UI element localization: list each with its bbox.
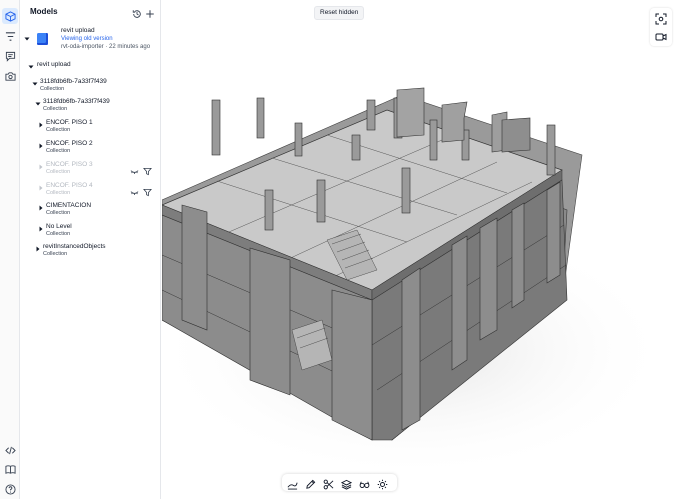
tree-item-sub: Collection [46, 231, 71, 237]
sun-icon[interactable] [377, 477, 388, 490]
tree-item[interactable]: ENCOF. PISO 3 Collection [21, 161, 161, 181]
chevron-down-icon[interactable] [24, 36, 30, 42]
tree-item-sub: Collection [46, 210, 71, 216]
tree-item[interactable]: 3118fdb6fb-7a33f7f439 Collection [21, 98, 161, 118]
code-icon[interactable] [2, 442, 18, 458]
tree-item-label: No Level [46, 223, 72, 230]
tree-item[interactable]: ENCOF. PISO 1 Collection [21, 119, 161, 139]
camera-view-icon[interactable] [655, 30, 667, 42]
tree-item-sub: Collection [46, 169, 71, 175]
tree-item[interactable]: ENCOF. PISO 2 Collection [21, 140, 161, 160]
filter-icon[interactable] [2, 28, 18, 44]
chevron-right-icon[interactable] [35, 246, 41, 252]
layers-icon[interactable] [340, 477, 353, 490]
tree-item[interactable]: 3118fdb6fb-7a33f7f439 Collection [21, 78, 161, 98]
chevron-down-icon[interactable] [35, 101, 41, 107]
chevron-down-icon[interactable] [32, 81, 38, 87]
tree-item-label: CIMENTACION [46, 202, 92, 209]
tree-item-sub: Collection [43, 251, 68, 257]
chevron-right-icon[interactable] [38, 122, 44, 128]
viewer-side-tools [650, 8, 672, 46]
section-icon[interactable] [323, 477, 334, 490]
reset-hidden-button[interactable]: Reset hidden [314, 6, 365, 20]
building-model[interactable] [162, 0, 676, 499]
eye-closed-icon[interactable] [130, 184, 139, 196]
tree-item[interactable]: revitInstancedObjects Collection [21, 243, 161, 263]
history-icon[interactable] [132, 6, 142, 18]
tree-item-sub: Collection [43, 106, 68, 112]
panel-title: Models [30, 7, 58, 16]
tree-item-label: revit upload [37, 61, 71, 68]
tree-item-sub: Collection [46, 127, 71, 133]
add-model-icon[interactable] [145, 6, 155, 18]
tree-item-label: ENCOF. PISO 4 [46, 182, 93, 189]
filter-icon[interactable] [143, 184, 152, 197]
tree-item[interactable]: No Level Collection [21, 223, 161, 243]
fit-view-icon[interactable] [655, 12, 667, 25]
viewing-old-version-link[interactable]: Viewing old version [61, 36, 113, 42]
chevron-right-icon[interactable] [38, 164, 44, 170]
tree-item-label: 3118fdb6fb-7a33f7f439 [43, 98, 110, 105]
tree-item-label: ENCOF. PISO 2 [46, 140, 93, 147]
comment-icon[interactable] [2, 48, 18, 64]
tree-item-label: ENCOF. PISO 1 [46, 119, 93, 126]
tree-item[interactable]: CIMENTACION Collection [21, 202, 161, 222]
chevron-right-icon[interactable] [38, 143, 44, 149]
model-thumbnail [37, 33, 48, 45]
cube-icon[interactable] [2, 8, 18, 24]
eye-closed-icon[interactable] [130, 163, 139, 175]
filter-icon[interactable] [143, 163, 152, 176]
tree-item-label: revitInstancedObjects [43, 243, 106, 250]
chevron-right-icon[interactable] [38, 185, 44, 191]
help-icon[interactable] [2, 481, 18, 497]
glasses-icon[interactable] [359, 477, 370, 488]
tree-item-label: 3118fdb6fb-7a33f7f439 [40, 78, 107, 85]
chevron-down-icon[interactable] [28, 64, 34, 70]
chevron-right-icon[interactable] [38, 205, 44, 211]
models-panel: Models revit upload Viewing old version … [21, 0, 161, 499]
left-rail [0, 0, 20, 499]
model-meta: rvt-oda-importer · 22 minutes ago [61, 44, 151, 50]
panel-header: Models [21, 0, 161, 24]
chevron-right-icon[interactable] [38, 226, 44, 232]
model-name: revit upload [61, 27, 95, 34]
pencil-icon[interactable] [305, 477, 316, 489]
viewer-toolbar [282, 474, 397, 491]
book-icon[interactable] [2, 461, 18, 477]
3d-viewer[interactable]: Reset hidden [162, 0, 676, 499]
model-card[interactable]: revit upload Viewing old version rvt-oda… [21, 24, 161, 54]
camera-icon[interactable] [2, 68, 18, 84]
tree-item-sub: Collection [40, 86, 65, 92]
tree-item-sub: Collection [46, 190, 71, 196]
tree-item[interactable]: ENCOF. PISO 4 Collection [21, 182, 161, 202]
tree-item-label: ENCOF. PISO 3 [46, 161, 93, 168]
measure-icon[interactable] [287, 477, 298, 490]
tree-item-sub: Collection [46, 148, 71, 154]
